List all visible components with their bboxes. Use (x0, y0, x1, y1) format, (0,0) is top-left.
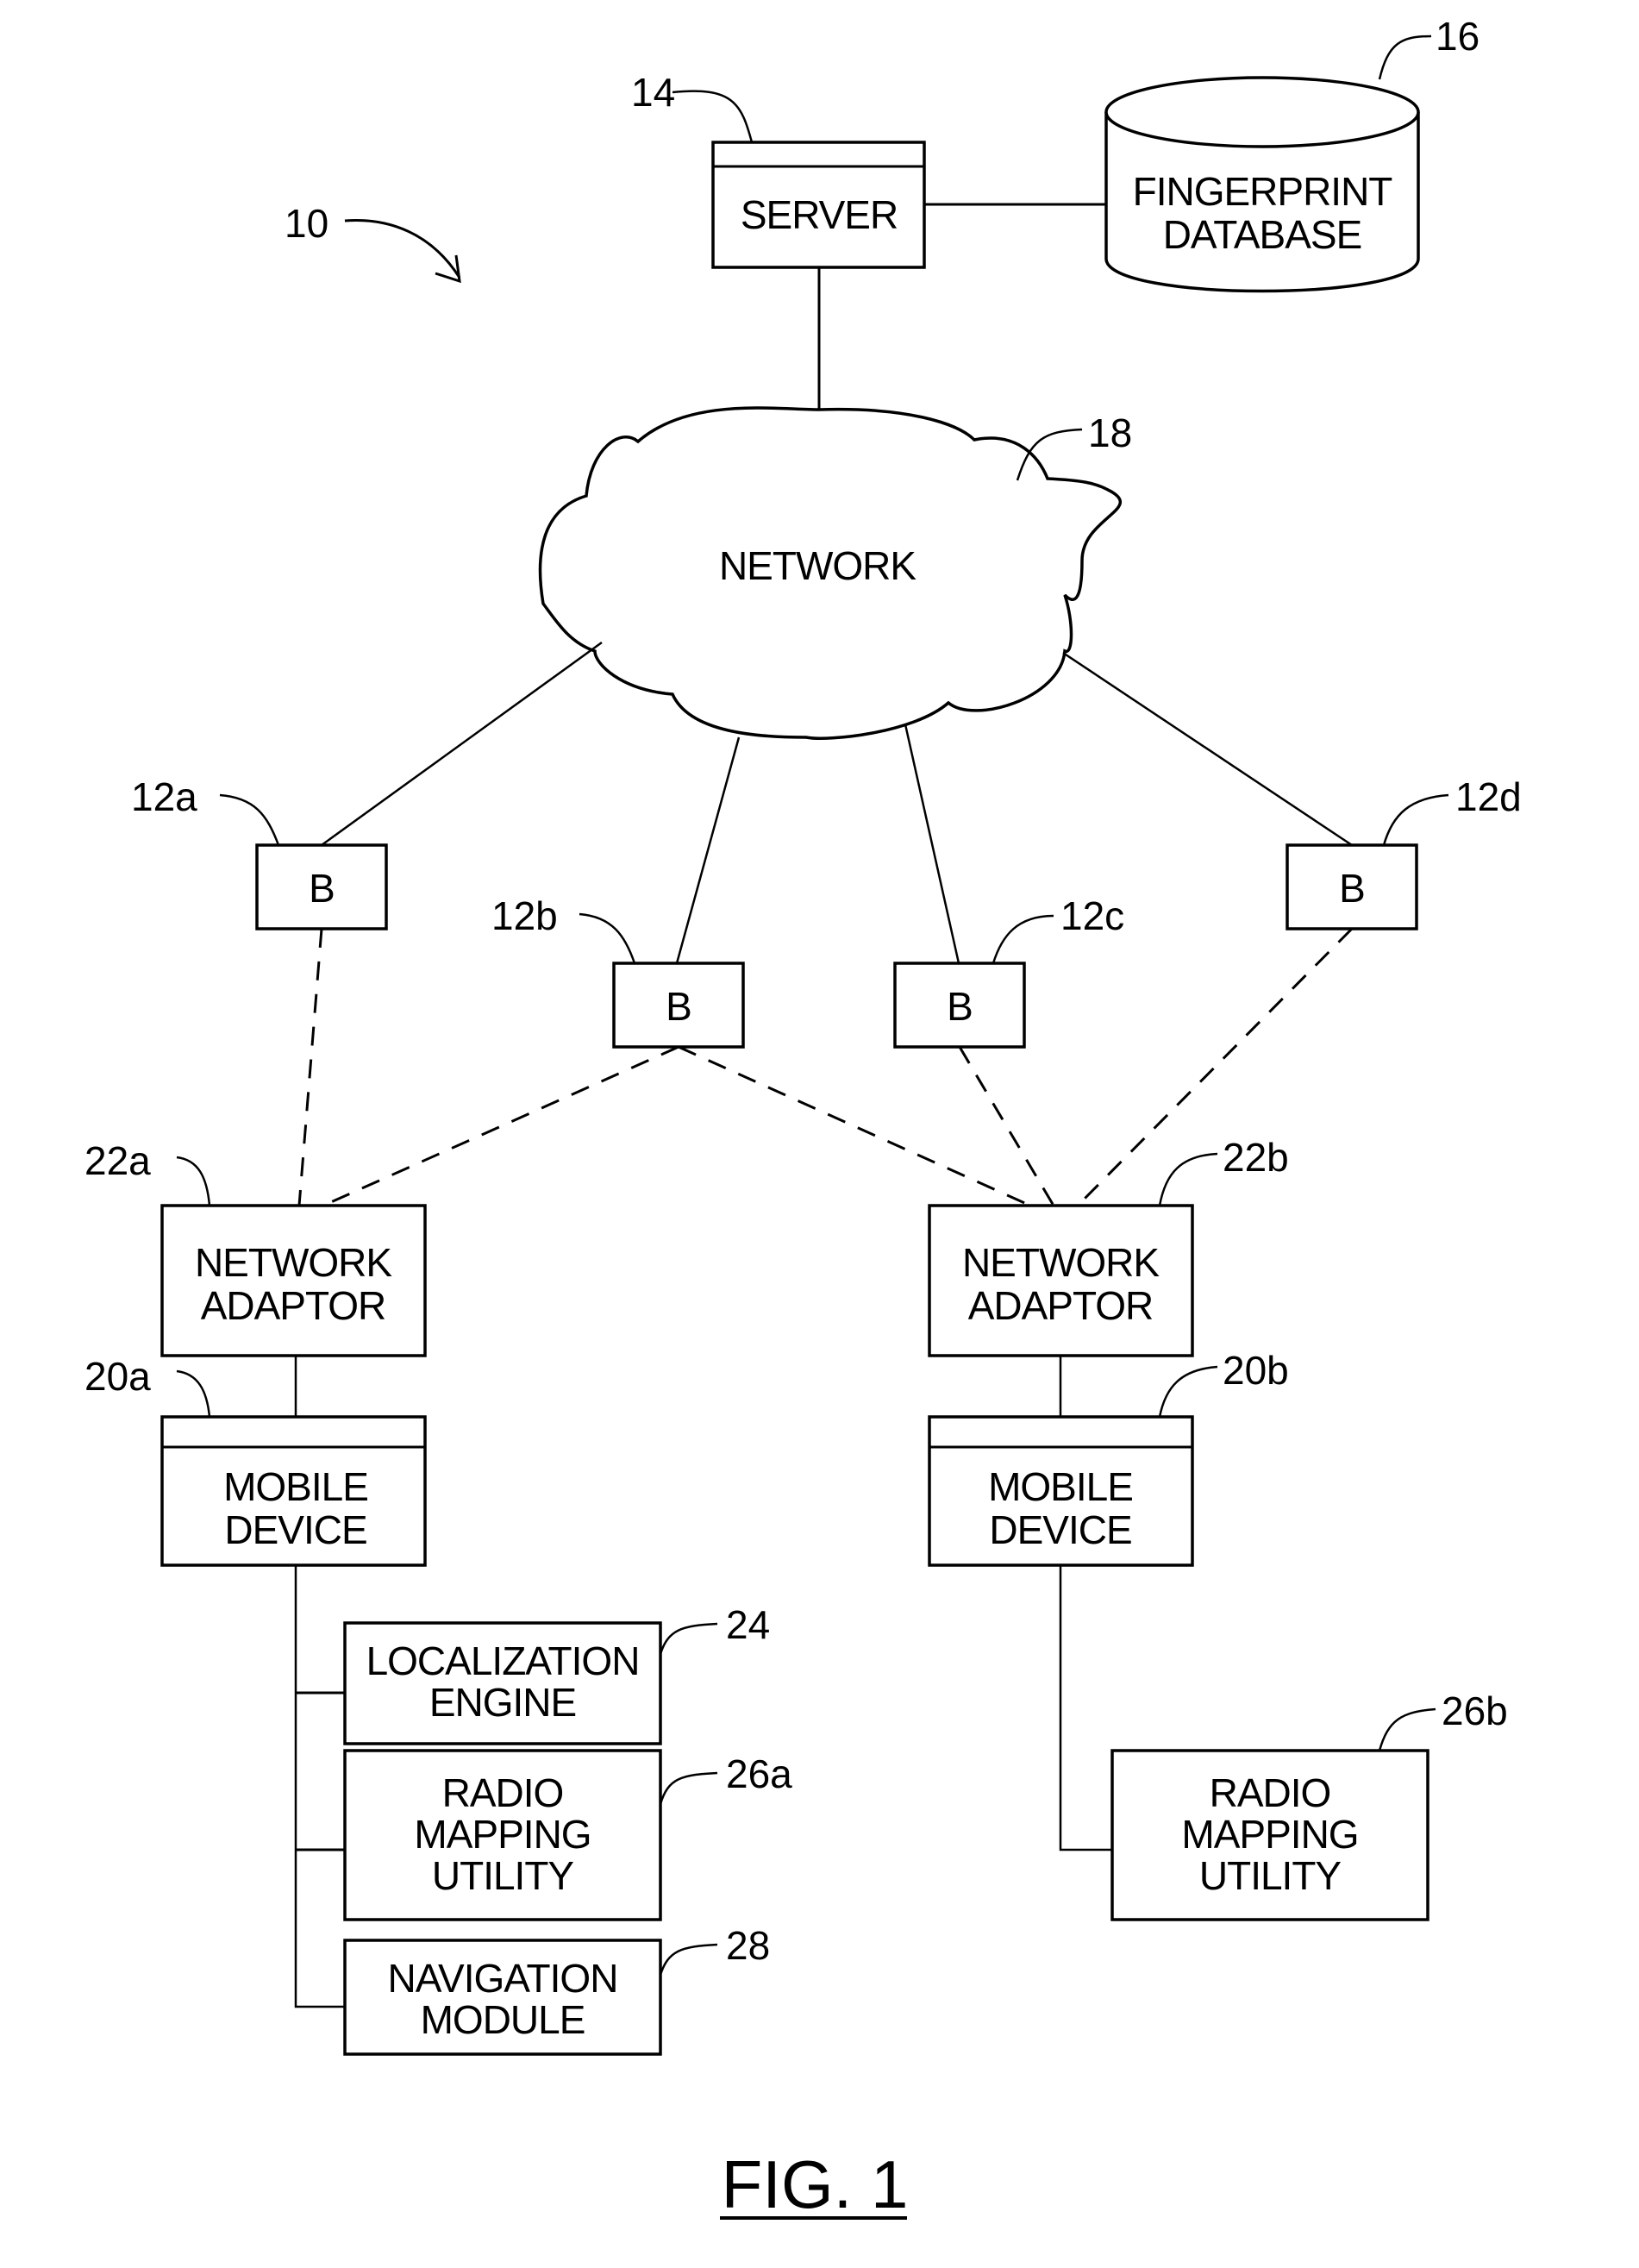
beacon-ref: 12b (491, 893, 558, 938)
module-label-line3: UTILITY (1199, 1853, 1342, 1898)
module-label-line1: ENGINE (429, 1680, 576, 1725)
radio-mapping-utility-26a: RADIO MAPPING UTILITY 26a (343, 1749, 792, 1921)
database-label-line2: DATABASE (1163, 212, 1362, 257)
module-label-line1: RADIO (442, 1770, 564, 1815)
adaptor-ref: 22a (84, 1138, 151, 1183)
beacon-label: B (309, 866, 335, 911)
system-arrow-curve (344, 218, 461, 279)
mobile-ref: 20a (84, 1354, 151, 1399)
radio-mapping-utility-26b: RADIO MAPPING UTILITY 26b (1110, 1688, 1508, 1921)
navigation-module-28: NAVIGATION MODULE 28 (343, 1923, 770, 2056)
beacon-12a: B 12a (131, 774, 388, 930)
module-ref: 26a (726, 1751, 792, 1796)
adaptor-label-line1: NETWORK (962, 1240, 1160, 1285)
module-label-line1: RADIO (1210, 1770, 1331, 1815)
network-adaptor-22a: NETWORK ADAPTOR 22a (84, 1138, 427, 1357)
wireless-12d-adaptor-b (1076, 927, 1354, 1207)
module-label-line1: LOCALIZATION (366, 1638, 640, 1683)
network-beacon-12a-link (321, 641, 603, 847)
beacon-12c: B 12c (893, 893, 1124, 1049)
network-adaptor-22b: NETWORK ADAPTOR 22b (928, 1135, 1289, 1357)
beacon-leader-line (992, 914, 1054, 964)
mobile-device-20a: MOBILE DEVICE 20a (84, 1354, 427, 1567)
network-beacon-12c-link (904, 724, 960, 964)
mobile-leader-line (1158, 1365, 1218, 1418)
wireless-12b-adaptor-a (322, 1045, 679, 1207)
wireless-12b-adaptor-b (678, 1045, 1031, 1207)
beacon-12d: B 12d (1286, 774, 1522, 930)
server-node: SERVER 14 (631, 70, 926, 269)
adaptor-leader-line (1158, 1152, 1218, 1206)
system-ref-label: 10 (285, 201, 328, 246)
beacon-label: B (1339, 866, 1365, 911)
module-leader-line (659, 1622, 718, 1655)
module-ref: 26b (1442, 1688, 1508, 1733)
beacon-leader-line (1382, 793, 1449, 846)
module-leader-line (659, 1943, 718, 1976)
beacon-leader-line (219, 793, 280, 846)
fingerprint-database: FINGERPRINT DATABASE 16 (1104, 14, 1479, 293)
network-beacon-12b-link (675, 736, 741, 964)
mobile-device-20b: MOBILE DEVICE 20b (928, 1348, 1289, 1567)
module-ref: 28 (726, 1923, 770, 1968)
module-label-line2: MAPPING (414, 1812, 591, 1857)
database-leader-line (1378, 34, 1432, 80)
module-label-line3: UTILITY (432, 1853, 574, 1898)
adaptor-leader-line (176, 1156, 211, 1206)
wireless-12c-adaptor-b (958, 1046, 1055, 1206)
network-label: NETWORK (719, 543, 916, 588)
system-reference: 10 (285, 201, 461, 284)
wireless-12a-adaptor-a (297, 928, 323, 1206)
adaptor-ref: 22b (1223, 1135, 1289, 1180)
network-cloud: NETWORK 18 (538, 406, 1132, 740)
adaptor-label-line1: NETWORK (195, 1240, 392, 1285)
network-ref: 18 (1088, 410, 1132, 455)
server-leader-line (672, 90, 754, 143)
beacon-label: B (666, 984, 691, 1029)
beacon-12b: B 12b (491, 893, 745, 1049)
localization-engine-24: LOCALIZATION ENGINE 24 (343, 1602, 770, 1745)
mobile-label-line1: MOBILE (223, 1464, 368, 1509)
module-label-line2: MAPPING (1181, 1812, 1358, 1857)
module-leader-line (659, 1771, 718, 1805)
database-top (1104, 76, 1420, 148)
network-beacon-12d-link (1062, 651, 1353, 847)
beacon-ref: 12d (1455, 774, 1522, 819)
database-label-line1: FINGERPRINT (1133, 169, 1393, 214)
system-diagram: 10 SERVER 14 FINGERPRINT DATABASE 16 NET… (84, 14, 1522, 2222)
beacon-label: B (947, 984, 973, 1029)
mobile-label-line1: MOBILE (988, 1464, 1133, 1509)
module-label-line1: NAVIGATION (388, 1956, 618, 2001)
database-ref: 16 (1436, 14, 1479, 59)
system-arrow-head-icon (435, 254, 461, 284)
beacon-ref: 12a (131, 774, 197, 819)
adaptor-label-line2: ADAPTOR (201, 1283, 386, 1328)
mobile-leader-line (176, 1369, 211, 1418)
module-leader-line (1378, 1707, 1436, 1751)
mobile-ref: 20b (1223, 1348, 1289, 1393)
beacon-leader-line (579, 912, 636, 964)
adaptor-label-line2: ADAPTOR (968, 1283, 1154, 1328)
module-ref: 24 (726, 1602, 770, 1647)
figure-caption: FIG. 1 (720, 2146, 908, 2222)
server-label: SERVER (741, 192, 898, 237)
module-label-line2: MODULE (421, 1997, 585, 2042)
mobile-label-line2: DEVICE (224, 1507, 366, 1552)
beacon-ref: 12c (1060, 893, 1124, 938)
module-bus-b (1059, 1565, 1112, 1851)
figure-caption-text: FIG. 1 (722, 2146, 909, 2222)
server-ref: 14 (631, 70, 675, 115)
module-bus-a (294, 1565, 345, 2008)
mobile-label-line2: DEVICE (989, 1507, 1131, 1552)
